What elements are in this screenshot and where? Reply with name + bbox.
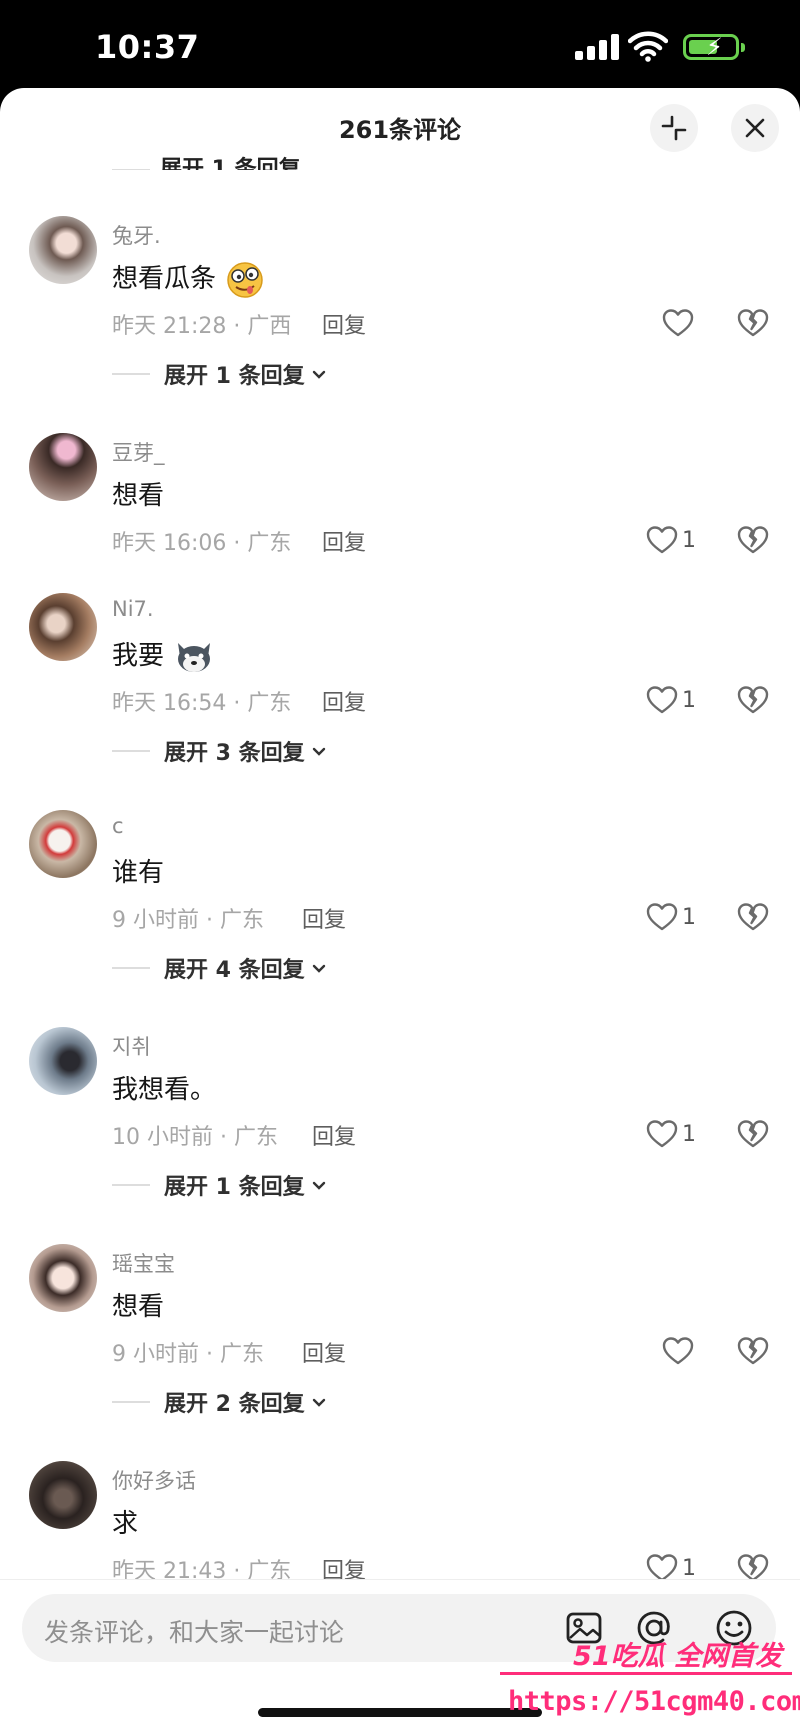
comments-sheet: 展开 1 条回复 261条评论 兔牙. 想看瓜条 昨天 21:28 · 广西 回… <box>0 88 800 1732</box>
comment-meta: 9 小时前 · 广东 <box>112 1342 264 1367</box>
comment-meta: 10 小时前 · 广东 <box>112 1125 278 1150</box>
comment-username[interactable]: c <box>112 814 124 838</box>
like-count: 1 <box>682 527 696 553</box>
husky-emoji-icon <box>178 642 211 672</box>
expand-replies-button[interactable]: 展开 1 条回复 <box>112 358 329 390</box>
comment-username[interactable]: 你好多话 <box>112 1465 196 1495</box>
like-count: 1 <box>682 904 696 930</box>
sheet-header: 261条评论 <box>0 88 800 164</box>
reply-button[interactable]: 回复 <box>322 308 366 340</box>
chevron-down-icon <box>312 1181 325 1190</box>
broken-heart-icon[interactable] <box>736 683 770 717</box>
avatar[interactable] <box>29 216 97 284</box>
cellular-signal-icon <box>575 34 621 60</box>
chevron-down-icon <box>312 747 325 756</box>
expand-replies-button[interactable]: 展开 4 条回复 <box>112 952 329 984</box>
broken-heart-icon[interactable] <box>736 1117 770 1151</box>
like-button[interactable]: 1 <box>646 1117 696 1151</box>
heart-icon <box>646 686 678 714</box>
comment-meta: 昨天 16:06 · 广东 <box>112 531 292 556</box>
like-button[interactable]: 1 <box>646 683 696 717</box>
watermark-tagline: 51吃瓜 全网首发 <box>573 1641 782 1672</box>
broken-heart-icon[interactable] <box>736 306 770 340</box>
heart-icon <box>646 903 678 931</box>
wifi-icon <box>628 31 668 62</box>
comment-meta: 昨天 16:54 · 广东 <box>112 691 292 716</box>
battery-charging-icon: ⚡ <box>683 33 745 61</box>
expand-replies-button[interactable]: 展开 2 条回复 <box>112 1386 329 1418</box>
heart-icon <box>646 526 678 554</box>
comment-username[interactable]: Ni7. <box>112 597 154 621</box>
reply-button[interactable]: 回复 <box>322 525 366 557</box>
comment-meta: 9 小时前 · 广东 <box>112 908 264 933</box>
status-bar: 10:37 ⚡ <box>0 0 800 90</box>
heart-icon <box>662 1337 694 1365</box>
comment-text: 求 <box>112 1509 139 1539</box>
drooling-face-emoji-icon <box>227 261 264 298</box>
close-button[interactable] <box>731 104 779 152</box>
heart-icon <box>646 1120 678 1148</box>
expand-replies-button[interactable]: 展开 1 条回复 <box>112 1169 329 1201</box>
comment-text: 想看瓜条 <box>112 258 264 299</box>
chevron-down-icon <box>312 1398 325 1407</box>
like-button[interactable] <box>662 1334 694 1368</box>
avatar[interactable] <box>29 593 97 661</box>
broken-heart-icon[interactable] <box>736 900 770 934</box>
comment-text: 想看 <box>112 1292 165 1322</box>
comment-username[interactable]: 兔牙. <box>112 220 161 250</box>
expand-replies-button[interactable]: 展开 3 条回复 <box>112 735 329 767</box>
reply-button[interactable]: 回复 <box>302 902 346 934</box>
avatar[interactable] <box>29 810 97 878</box>
like-button[interactable]: 1 <box>646 900 696 934</box>
like-button[interactable] <box>662 306 694 340</box>
comment-text: 我要 <box>112 635 214 675</box>
comment-text: 我想看。 <box>112 1075 217 1105</box>
reply-button[interactable]: 回复 <box>312 1119 356 1151</box>
broken-heart-icon[interactable] <box>736 523 770 557</box>
like-count: 1 <box>682 687 696 713</box>
avatar[interactable] <box>29 433 97 501</box>
collapse-icon <box>661 115 687 141</box>
avatar[interactable] <box>29 1244 97 1312</box>
heart-icon <box>662 309 694 337</box>
avatar[interactable] <box>29 1461 97 1529</box>
reply-button[interactable]: 回复 <box>302 1336 346 1368</box>
watermark-overlay: 51吃瓜 全网首发 https://51cgm40.com <box>500 1538 800 1732</box>
status-time: 10:37 <box>95 28 200 66</box>
watermark-url: https://51cgm40.com <box>508 1686 800 1717</box>
chevron-down-icon <box>312 370 325 379</box>
like-count: 1 <box>682 1121 696 1147</box>
comment-meta: 昨天 21:28 · 广西 <box>112 314 292 339</box>
comment-text: 谁有 <box>112 858 165 888</box>
collapse-button[interactable] <box>650 104 698 152</box>
close-icon <box>745 118 765 138</box>
comment-username[interactable]: 瑶宝宝 <box>112 1248 175 1278</box>
like-button[interactable]: 1 <box>646 523 696 557</box>
reply-button[interactable]: 回复 <box>322 685 366 717</box>
comment-username[interactable]: 豆芽_ <box>112 437 165 467</box>
broken-heart-icon[interactable] <box>736 1334 770 1368</box>
comment-text: 想看 <box>112 481 165 511</box>
comment-username[interactable]: 지취 <box>112 1031 151 1061</box>
watermark-divider <box>500 1672 792 1675</box>
comment-input-placeholder: 发条评论，和大家一起讨论 <box>44 1618 345 1647</box>
chevron-down-icon <box>312 964 325 973</box>
avatar[interactable] <box>29 1027 97 1095</box>
